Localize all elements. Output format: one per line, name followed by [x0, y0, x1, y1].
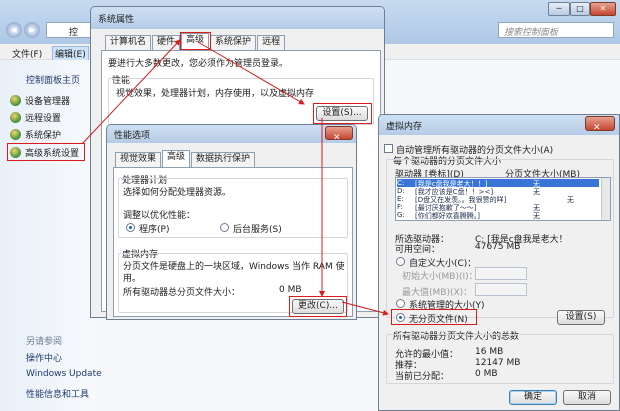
arrow-sidebar-to-advanced-tab	[81, 39, 181, 145]
arrow-change-to-no-paging	[341, 301, 389, 316]
annotation-arrows	[81, 39, 389, 316]
arrow-advanced-tab-to-settings	[197, 41, 305, 105]
